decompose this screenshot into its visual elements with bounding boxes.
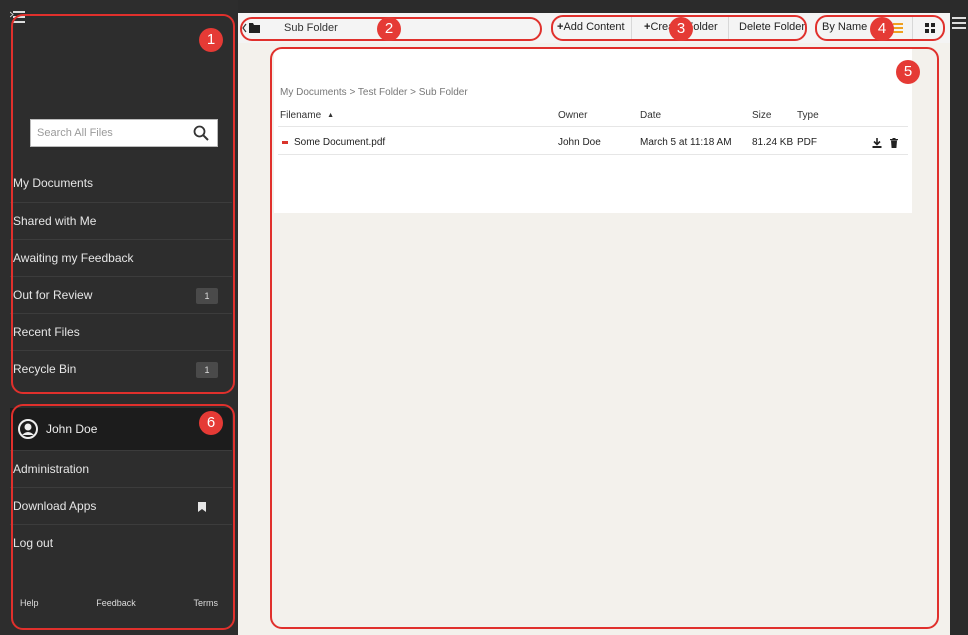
annotation-number-4: 4 xyxy=(870,17,894,41)
file-date: March 5 at 11:18 AM xyxy=(640,137,732,148)
nav-item-recent-files[interactable]: Recent Files xyxy=(10,313,232,350)
annotation-number-5: 5 xyxy=(896,60,920,84)
menu-item-label: Download Apps xyxy=(13,499,97,513)
feedback-link[interactable]: Feedback xyxy=(96,598,136,608)
nav-item-my-documents[interactable]: My Documents xyxy=(10,165,232,202)
bookmark-icon xyxy=(198,502,206,512)
column-header-owner[interactable]: Owner xyxy=(558,110,587,121)
menu-item-label: Log out xyxy=(13,536,54,550)
file-type: PDF xyxy=(797,137,817,148)
annotation-number-1: 1 xyxy=(199,28,223,52)
user-panel: John Doe Administration Download Apps Lo… xyxy=(10,408,232,561)
search-box xyxy=(30,119,218,147)
hamburger-menu-icon[interactable] xyxy=(952,16,966,30)
nav-item-label: Recent Files xyxy=(13,325,80,339)
search-input[interactable] xyxy=(31,120,181,146)
nav-item-label: Recycle Bin xyxy=(13,362,77,376)
menu-item-download-apps[interactable]: Download Apps xyxy=(10,487,232,524)
search-icon[interactable] xyxy=(193,125,209,141)
help-link[interactable]: Help xyxy=(20,598,39,608)
pdf-file-icon xyxy=(282,141,288,144)
column-header-date[interactable]: Date xyxy=(640,110,661,121)
add-content-button[interactable]: +Add Content xyxy=(557,21,625,33)
nav-item-label: Out for Review xyxy=(13,288,93,302)
count-badge: 1 xyxy=(196,362,218,378)
column-header-label: Filename xyxy=(280,110,322,121)
file-name-link[interactable]: Some Document.pdf xyxy=(294,137,385,148)
avatar-icon xyxy=(18,419,38,439)
annotation-number-2: 2 xyxy=(377,17,401,41)
nav-item-label: My Documents xyxy=(13,176,94,190)
collapse-menu-icon[interactable] xyxy=(10,11,26,25)
file-list-panel: My Documents > Test Folder > Sub Folder … xyxy=(274,49,912,213)
back-folder-icon[interactable] xyxy=(242,20,262,36)
grid-view-icon[interactable] xyxy=(923,21,937,35)
nav-item-recycle-bin[interactable]: Recycle Bin 1 xyxy=(10,350,232,387)
footer-links: Help Feedback Terms xyxy=(10,598,232,608)
toolbar: Sub Folder +Add Content +Create Folder D… xyxy=(238,13,950,43)
count-badge: 1 xyxy=(196,288,218,304)
sort-dropdown[interactable]: By Name▼ xyxy=(822,21,877,33)
toolbar-divider xyxy=(728,17,729,39)
nav-item-shared-with-me[interactable]: Shared with Me xyxy=(10,202,232,239)
breadcrumb[interactable]: My Documents > Test Folder > Sub Folder xyxy=(280,87,468,98)
menu-item-administration[interactable]: Administration xyxy=(10,450,232,487)
sort-dropdown-label: By Name xyxy=(822,21,868,33)
file-size: 81.24 KB xyxy=(752,137,794,148)
toolbar-divider xyxy=(912,17,913,39)
delete-folder-label: Delete Folder xyxy=(739,21,806,33)
annotation-number-3: 3 xyxy=(669,17,693,41)
trash-icon[interactable] xyxy=(889,138,899,148)
nav-item-label: Awaiting my Feedback xyxy=(13,251,134,265)
toolbar-divider xyxy=(631,17,632,39)
column-header-filename[interactable]: Filename ▲ xyxy=(280,110,334,121)
sidebar: My Documents Shared with Me Awaiting my … xyxy=(0,0,238,635)
user-name: John Doe xyxy=(46,422,98,436)
menu-item-log-out[interactable]: Log out xyxy=(10,524,232,561)
sort-ascending-icon: ▲ xyxy=(327,112,335,119)
column-header-size[interactable]: Size xyxy=(752,110,771,121)
user-profile[interactable]: John Doe xyxy=(10,408,232,450)
nav-list: My Documents Shared with Me Awaiting my … xyxy=(10,165,232,387)
row-divider xyxy=(278,154,908,155)
add-content-label: Add Content xyxy=(563,21,625,33)
annotation-number-6: 6 xyxy=(199,411,223,435)
download-icon[interactable] xyxy=(872,138,882,148)
nav-item-out-for-review[interactable]: Out for Review 1 xyxy=(10,276,232,313)
header-divider xyxy=(278,126,908,127)
terms-link[interactable]: Terms xyxy=(193,598,218,608)
file-owner: John Doe xyxy=(558,137,601,148)
column-header-type[interactable]: Type xyxy=(797,110,819,121)
menu-item-label: Administration xyxy=(13,462,90,476)
nav-item-label: Shared with Me xyxy=(13,214,97,228)
delete-folder-button[interactable]: Delete Folder xyxy=(739,21,805,33)
main-content: My Documents > Test Folder > Sub Folder … xyxy=(238,43,950,635)
current-folder-name: Sub Folder xyxy=(284,22,338,34)
nav-item-awaiting-feedback[interactable]: Awaiting my Feedback xyxy=(10,239,232,276)
